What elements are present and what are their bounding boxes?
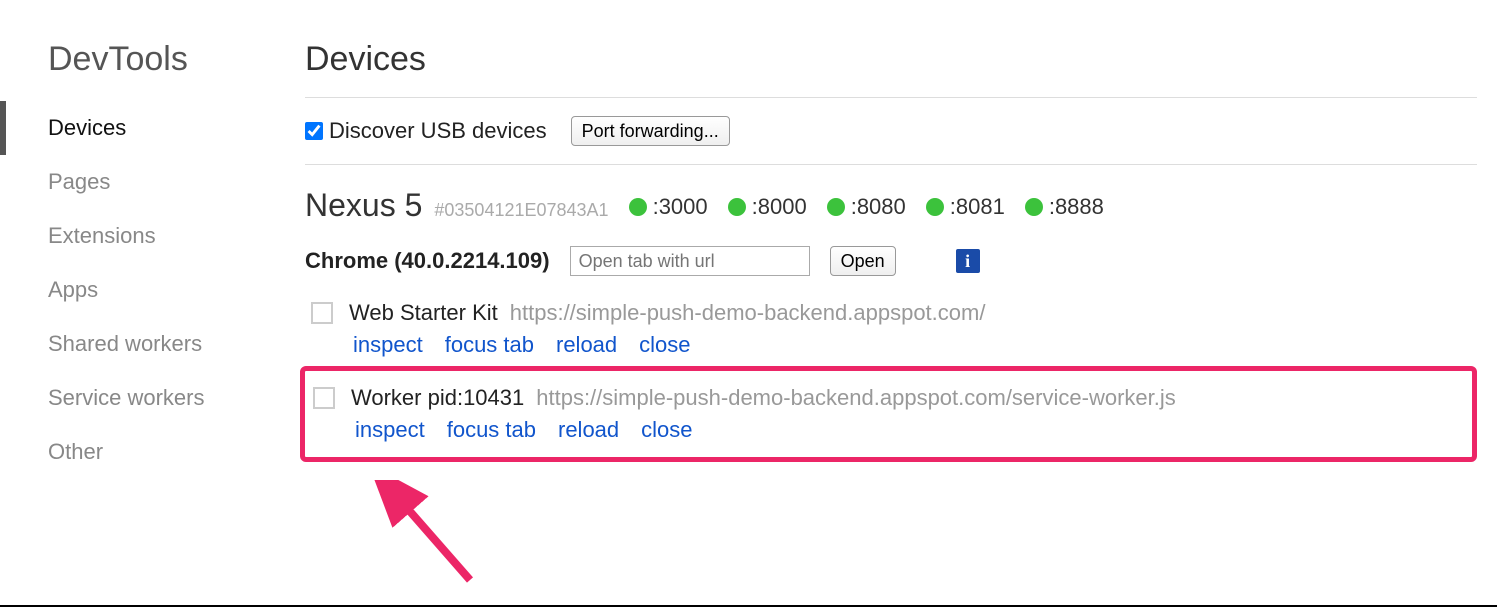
focus-tab-link[interactable]: focus tab: [447, 417, 536, 443]
discover-usb-label: Discover USB devices: [329, 118, 547, 144]
toolbar: Discover USB devices Port forwarding...: [305, 98, 1477, 165]
inspect-link[interactable]: inspect: [353, 332, 423, 358]
status-dot-icon: [827, 198, 845, 216]
tab-title: Web Starter Kit: [349, 300, 498, 326]
status-dot-icon: [728, 198, 746, 216]
status-dot-icon: [926, 198, 944, 216]
port-badge: :8081: [926, 194, 1005, 220]
sidebar: DevTools Devices Pages Extensions Apps S…: [0, 0, 290, 605]
app-title: DevTools: [0, 40, 290, 101]
inspect-link[interactable]: inspect: [355, 417, 425, 443]
close-link[interactable]: close: [639, 332, 690, 358]
port-badge: :8888: [1025, 194, 1104, 220]
sidebar-item-pages[interactable]: Pages: [0, 155, 290, 209]
sidebar-item-shared-workers[interactable]: Shared workers: [0, 317, 290, 371]
discover-usb-input[interactable]: [305, 122, 323, 140]
browser-row: Chrome (40.0.2214.109) Open i: [305, 236, 1477, 292]
sidebar-item-extensions[interactable]: Extensions: [0, 209, 290, 263]
open-tab-url-input[interactable]: [570, 246, 810, 276]
device-id: #03504121E07843A1: [434, 200, 608, 221]
port-badge: :8080: [827, 194, 906, 220]
browser-name: Chrome (40.0.2214.109): [305, 248, 550, 274]
tab-entry-highlighted: Worker pid:10431 https://simple-push-dem…: [300, 366, 1477, 462]
port-label: :8888: [1049, 194, 1104, 220]
tab-url: https://simple-push-demo-backend.appspot…: [536, 385, 1176, 411]
port-label: :8000: [752, 194, 807, 220]
port-badge: :3000: [629, 194, 708, 220]
status-dot-icon: [1025, 198, 1043, 216]
tab-title: Worker pid:10431: [351, 385, 524, 411]
tab-url: https://simple-push-demo-backend.appspot…: [510, 300, 986, 326]
reload-link[interactable]: reload: [556, 332, 617, 358]
sidebar-item-service-workers[interactable]: Service workers: [0, 371, 290, 425]
page-title: Devices: [305, 40, 1477, 98]
tab-entry: Web Starter Kit https://simple-push-demo…: [305, 292, 1477, 366]
main-panel: Devices Discover USB devices Port forwar…: [290, 0, 1497, 605]
discover-usb-checkbox[interactable]: Discover USB devices: [305, 118, 547, 144]
device-name: Nexus 5: [305, 187, 422, 224]
device-header: Nexus 5 #03504121E07843A1 :3000 :8000 :8…: [305, 165, 1477, 236]
sidebar-item-apps[interactable]: Apps: [0, 263, 290, 317]
info-icon[interactable]: i: [956, 249, 980, 273]
focus-tab-link[interactable]: focus tab: [445, 332, 534, 358]
close-link[interactable]: close: [641, 417, 692, 443]
open-tab-button[interactable]: Open: [830, 246, 896, 276]
port-badge: :8000: [728, 194, 807, 220]
port-label: :3000: [653, 194, 708, 220]
reload-link[interactable]: reload: [558, 417, 619, 443]
tab-favicon-placeholder: [311, 302, 333, 324]
port-label: :8081: [950, 194, 1005, 220]
port-forwarding-button[interactable]: Port forwarding...: [571, 116, 730, 146]
status-dot-icon: [629, 198, 647, 216]
tab-favicon-placeholder: [313, 387, 335, 409]
port-label: :8080: [851, 194, 906, 220]
sidebar-item-other[interactable]: Other: [0, 425, 290, 479]
sidebar-item-devices[interactable]: Devices: [0, 101, 290, 155]
